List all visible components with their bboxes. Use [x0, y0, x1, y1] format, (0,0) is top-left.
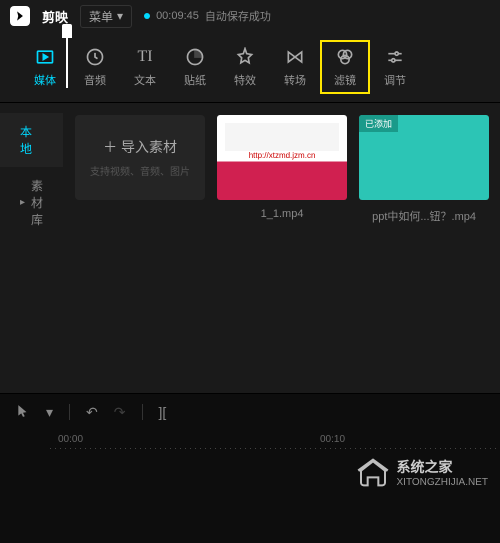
app-name: 剪映	[42, 7, 68, 26]
app-logo	[10, 6, 30, 26]
save-status: 00:09:45 自动保存成功	[144, 8, 271, 24]
tool-effect[interactable]: 特效	[220, 40, 270, 94]
ruler-tick: 00:00	[58, 434, 83, 445]
pointer-tool[interactable]	[16, 404, 30, 421]
plus-icon: ＋ 导入素材	[103, 137, 177, 157]
filter-icon	[334, 46, 356, 68]
transition-icon	[284, 46, 306, 68]
playhead[interactable]	[62, 24, 72, 84]
status-dot-icon	[144, 13, 150, 19]
sidebar-item-library[interactable]: ▸ 素材库	[0, 167, 63, 238]
media-thumbnail: 已添加	[359, 115, 489, 200]
audio-icon	[84, 46, 106, 68]
split-tool[interactable]: ]​[	[159, 404, 167, 420]
effect-icon	[234, 46, 256, 68]
tool-transition[interactable]: 转场	[270, 40, 320, 94]
tool-filter[interactable]: 滤镜	[320, 40, 370, 94]
chevron-right-icon: ▸	[20, 197, 25, 208]
tool-sticker[interactable]: 贴纸	[170, 40, 220, 94]
ruler-tick: 00:10	[320, 434, 345, 445]
import-media-button[interactable]: ＋ 导入素材 支持视频、音频、图片	[75, 115, 205, 200]
tool-text[interactable]: TI 文本	[120, 40, 170, 94]
text-icon: TI	[134, 46, 156, 68]
sidebar: 本地 ▸ 素材库	[0, 103, 63, 393]
added-badge: 已添加	[359, 115, 398, 132]
tool-audio[interactable]: 音频	[70, 40, 120, 94]
chevron-down-icon[interactable]: ▾	[46, 404, 53, 421]
media-thumbnail: http://xtzmd.jzm.cn	[217, 115, 347, 200]
sidebar-item-local[interactable]: 本地	[0, 113, 63, 167]
watermark: 系统之家 XITONGZHIJIA.NET	[357, 456, 489, 488]
menu-button[interactable]: 菜单 ▾	[80, 5, 132, 28]
redo-button[interactable]: ↷	[114, 404, 126, 421]
media-filename: ppt中如何...钮？.mp4	[359, 208, 489, 224]
media-filename: 1_1.mp4	[217, 208, 347, 220]
house-icon	[357, 456, 389, 488]
main-toolbar: 媒体 音频 TI 文本 贴纸 特效 转场 滤镜 调节	[0, 32, 500, 103]
timeline-ruler[interactable]: 00:00 00:10	[0, 430, 500, 454]
adjust-icon	[384, 46, 406, 68]
chevron-down-icon: ▾	[117, 9, 123, 23]
media-icon	[34, 46, 56, 68]
sticker-icon	[184, 46, 206, 68]
media-item[interactable]: http://xtzmd.jzm.cn 1_1.mp4	[217, 115, 347, 381]
media-item[interactable]: 已添加 ppt中如何...钮？.mp4	[359, 115, 489, 381]
undo-button[interactable]: ↶	[86, 404, 98, 421]
tool-adjust[interactable]: 调节	[370, 40, 420, 94]
